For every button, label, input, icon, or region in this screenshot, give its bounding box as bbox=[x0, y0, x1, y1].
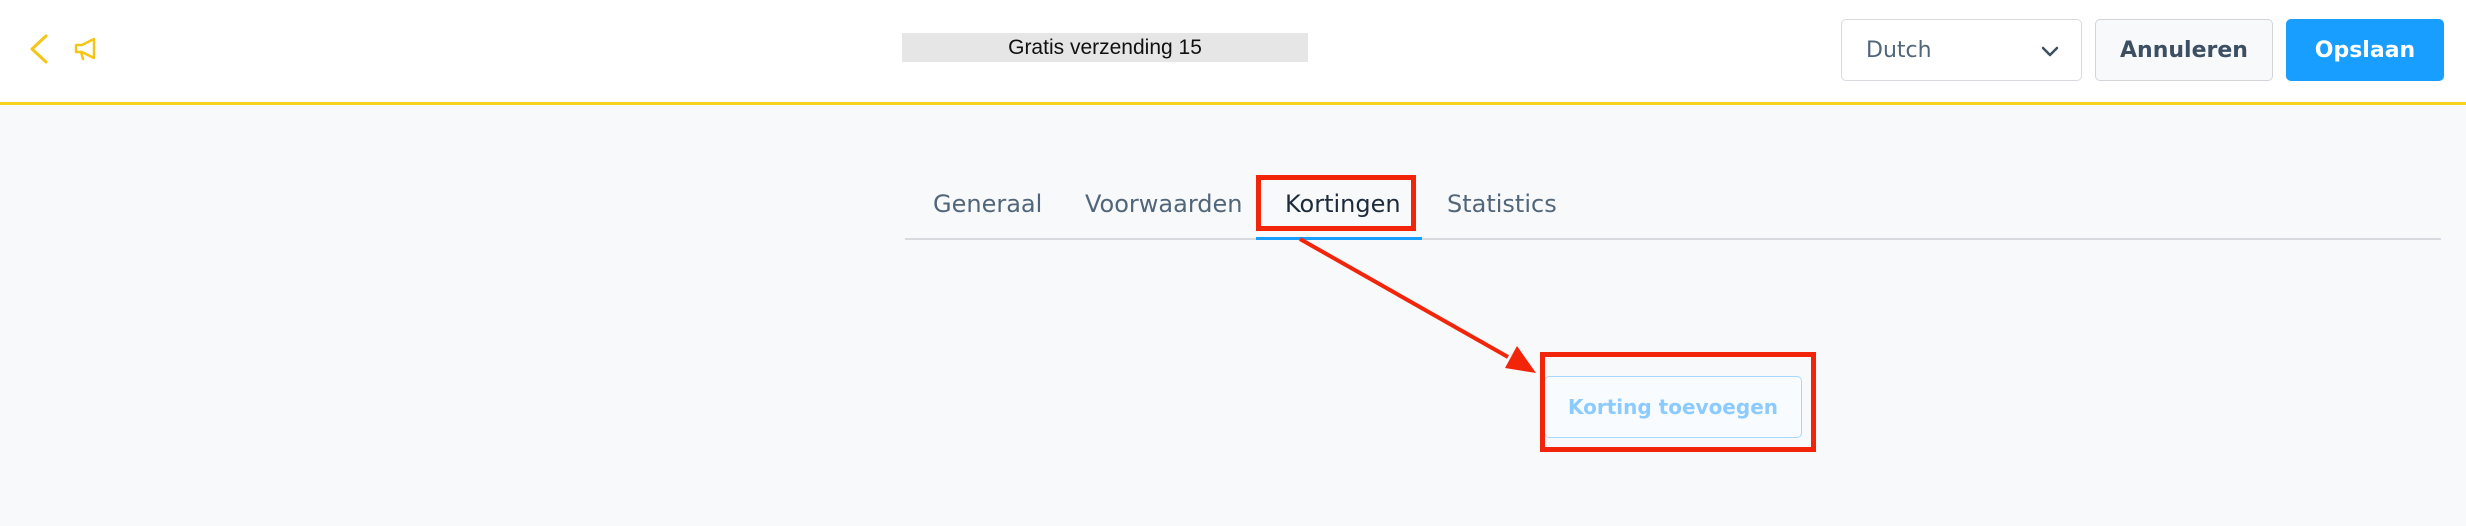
language-select[interactable]: Dutch bbox=[1841, 19, 2082, 81]
tab-bar: Generaal Voorwaarden Kortingen Statistic… bbox=[905, 160, 2441, 240]
page-title: Gratis verzending 15 bbox=[902, 33, 1308, 62]
tab-highlight-box bbox=[1256, 175, 1416, 231]
tab-general[interactable]: Generaal bbox=[933, 160, 1042, 238]
active-tab-indicator bbox=[1256, 237, 1422, 240]
cancel-button[interactable]: Annuleren bbox=[2095, 19, 2273, 81]
save-button[interactable]: Opslaan bbox=[2286, 19, 2444, 81]
chevron-left-icon[interactable] bbox=[26, 32, 52, 66]
chevron-down-icon bbox=[2041, 46, 2059, 57]
megaphone-icon bbox=[74, 37, 96, 61]
tab-conditions[interactable]: Voorwaarden bbox=[1085, 160, 1243, 238]
language-select-value: Dutch bbox=[1866, 37, 1932, 63]
button-highlight-box bbox=[1540, 352, 1816, 452]
tab-statistics[interactable]: Statistics bbox=[1447, 160, 1557, 238]
top-bar: Gratis verzending 15 Dutch Annuleren Ops… bbox=[0, 0, 2466, 105]
